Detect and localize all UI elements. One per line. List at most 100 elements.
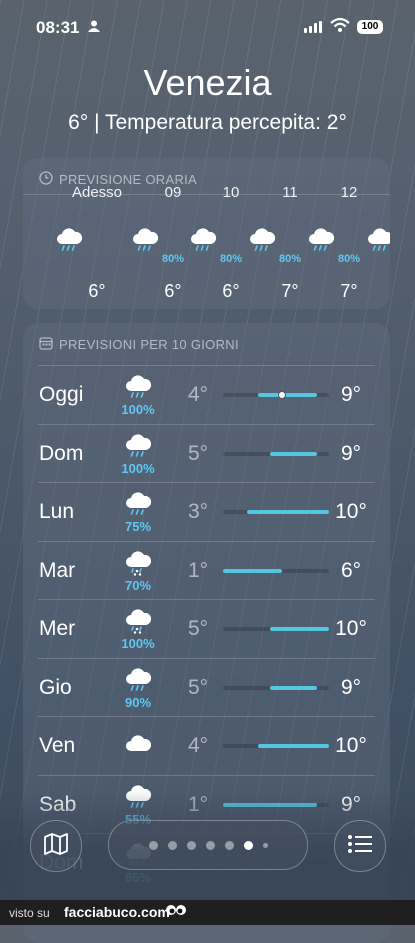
divider <box>38 482 375 483</box>
city-name: Venezia <box>143 62 272 103</box>
divider <box>38 540 375 542</box>
temperature-range-bar <box>258 393 318 397</box>
city-list-button[interactable] <box>334 820 386 872</box>
page-dot[interactable] <box>262 842 268 848</box>
clock-icon <box>39 171 53 188</box>
day-low-temperature: 4° <box>187 734 209 757</box>
temperature-range-track <box>223 391 329 399</box>
day-high-temperature: 9° <box>340 675 362 699</box>
hour-label: Adesso <box>71 184 123 201</box>
day-low-temperature: 5° <box>187 675 209 699</box>
day-row[interactable]: Mar 70% 1° 6° <box>23 540 390 599</box>
divider <box>38 365 375 366</box>
day-high-temperature: 10° <box>335 734 367 757</box>
day-low-temperature: 3° <box>187 500 209 523</box>
hour-temperature: 6° <box>164 281 182 301</box>
day-row[interactable]: Gio 90% 5° 9° <box>23 657 390 716</box>
hour-label: 13 <box>380 184 390 201</box>
divider <box>38 657 375 659</box>
day-row[interactable]: Mer 100% 5° 10° <box>23 599 390 657</box>
day-low-temperature: 5° <box>187 441 209 465</box>
page-dot[interactable] <box>167 840 177 850</box>
hour-temperature: 6° <box>88 281 106 301</box>
day-high-temperature: 10° <box>335 617 367 640</box>
day-high-temperature: 9° <box>340 383 362 406</box>
status-bar: 08:31 100 <box>0 14 415 42</box>
day-name: Gio <box>39 675 72 699</box>
hour-label: 11 <box>282 184 298 201</box>
temperature-range-bar <box>270 685 318 690</box>
current-temperature-marker <box>277 391 286 399</box>
temperature-range-bar <box>246 510 329 514</box>
day-precipitation: 75% <box>124 519 152 534</box>
day-name: Lun <box>39 500 75 523</box>
cloud-icon <box>124 733 152 766</box>
list-icon <box>347 834 373 859</box>
day-precipitation: 100% <box>121 636 155 651</box>
temperature-range-track <box>223 685 329 690</box>
day-high-temperature: 9° <box>340 441 362 465</box>
cloud-rain-icon <box>55 226 83 259</box>
day-high-temperature: 6° <box>340 558 362 582</box>
temperature-range-bar <box>258 744 329 748</box>
temperature-range-bar <box>223 568 282 573</box>
page-dot[interactable] <box>186 840 196 850</box>
map-button[interactable] <box>30 820 82 872</box>
temperature-range-track <box>223 510 329 514</box>
hour-label: 12 <box>340 184 358 201</box>
temperature-range-bar <box>270 451 318 456</box>
day-high-temperature: 10° <box>335 500 367 523</box>
eyes-icon <box>165 903 187 926</box>
map-icon <box>43 832 69 861</box>
temperature-range-track <box>223 568 329 573</box>
hour-label: 09 <box>164 184 182 201</box>
calendar-icon <box>39 336 53 353</box>
day-row[interactable]: Ven 4° 10° <box>23 716 390 774</box>
hour-label: 10 <box>222 184 240 201</box>
hourly-forecast-card[interactable]: PREVISIONE ORARIA Adesso 6° 09 80% 6° 10 80% 6°… <box>23 158 390 309</box>
watermark-site: facciabuco.com <box>64 904 170 920</box>
hour-precipitation: 75% <box>380 253 390 265</box>
temperature-range-track <box>223 744 329 748</box>
day-low-temperature: 1° <box>187 558 209 582</box>
hour-temperature: 7° <box>281 281 299 301</box>
temperature-range-track <box>223 627 329 631</box>
cellular-signal-icon <box>304 21 322 33</box>
page-dot[interactable] <box>148 840 158 850</box>
day-row[interactable]: Dom 100% 5° 9° <box>23 423 390 482</box>
hour-temperature: 6° <box>222 281 240 301</box>
temperature-range-track <box>223 451 329 456</box>
battery-indicator: 100 <box>357 20 383 34</box>
watermark-prefix: visto su <box>9 906 50 920</box>
ten-day-forecast-header: PREVISIONI PER 10 GIORNI <box>39 336 239 353</box>
current-conditions: 6° | Temperatura percepita: 2° <box>68 111 347 134</box>
day-low-temperature: 5° <box>187 617 209 640</box>
divider <box>38 774 375 776</box>
status-time: 08:31 <box>36 18 80 37</box>
wifi-icon <box>330 17 350 38</box>
person-icon <box>88 20 100 35</box>
hour-temperature: 8° <box>380 281 390 302</box>
day-name: Mer <box>39 617 76 640</box>
divider <box>38 423 375 425</box>
day-name: Mar <box>39 558 76 582</box>
day-precipitation: 70% <box>124 577 152 593</box>
day-row[interactable]: Lun 75% 3° 10° <box>23 482 390 540</box>
day-name: Dom <box>39 441 84 465</box>
divider <box>38 716 375 717</box>
page-indicator[interactable] <box>108 820 308 870</box>
day-precipitation: 90% <box>124 694 152 710</box>
ten-day-forecast-title: PREVISIONI PER 10 GIORNI <box>59 337 239 352</box>
page-dot-active[interactable] <box>243 840 253 850</box>
day-low-temperature: 4° <box>187 383 209 406</box>
hour-temperature: 7° <box>340 281 358 301</box>
watermark-footer: visto su facciabuco.com <box>0 900 415 925</box>
day-row[interactable]: Oggi 100% 4° 9° <box>23 365 390 423</box>
temperature-range-bar <box>270 627 329 631</box>
day-name: Oggi <box>39 383 84 406</box>
page-dot[interactable] <box>224 840 234 850</box>
page-dot[interactable] <box>205 840 215 850</box>
day-precipitation: 100% <box>121 402 155 417</box>
day-name: Ven <box>39 734 76 757</box>
day-precipitation: 100% <box>121 460 155 476</box>
